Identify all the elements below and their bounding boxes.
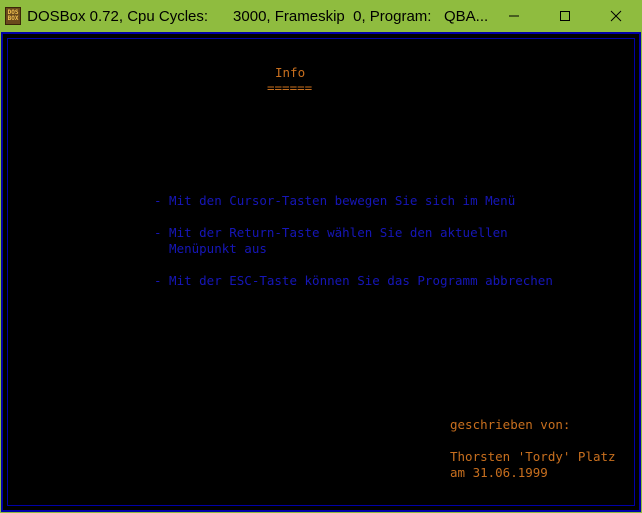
- info-heading-underline: ======: [267, 80, 313, 95]
- close-icon: [611, 10, 622, 22]
- instruction-return-key-cont: Menüpunkt aus: [154, 241, 267, 256]
- author-date: am 31.06.1999: [450, 465, 548, 480]
- instruction-esc-key: - Mit der ESC-Taste können Sie das Progr…: [154, 273, 553, 288]
- screen-frame: [7, 38, 635, 506]
- instruction-return-key: - Mit der Return-Taste wählen Sie den ak…: [154, 225, 508, 240]
- dosbox-window: DOS BOX DOSBox 0.72, Cpu Cycles: 3000, F…: [0, 0, 642, 513]
- close-button[interactable]: [591, 0, 642, 32]
- title-bar[interactable]: DOS BOX DOSBox 0.72, Cpu Cycles: 3000, F…: [0, 0, 642, 32]
- info-heading: Info: [275, 65, 306, 80]
- instruction-cursor-keys: - Mit den Cursor-Tasten bewegen Sie sich…: [154, 193, 516, 208]
- author-name: Thorsten 'Tordy' Platz: [450, 449, 616, 464]
- minimize-button[interactable]: [488, 0, 539, 32]
- dosbox-app-icon[interactable]: DOS BOX: [5, 7, 22, 25]
- window-title: DOSBox 0.72, Cpu Cycles: 3000, Frameskip…: [27, 7, 489, 25]
- maximize-button[interactable]: [539, 0, 590, 32]
- maximize-icon: [560, 11, 571, 21]
- app-icon-text-bottom: BOX: [7, 15, 19, 22]
- minimize-icon: [508, 15, 519, 17]
- author-label: geschrieben von:: [450, 417, 571, 432]
- dos-screen[interactable]: Info ====== - Mit den Cursor-Tasten bewe…: [1, 32, 641, 512]
